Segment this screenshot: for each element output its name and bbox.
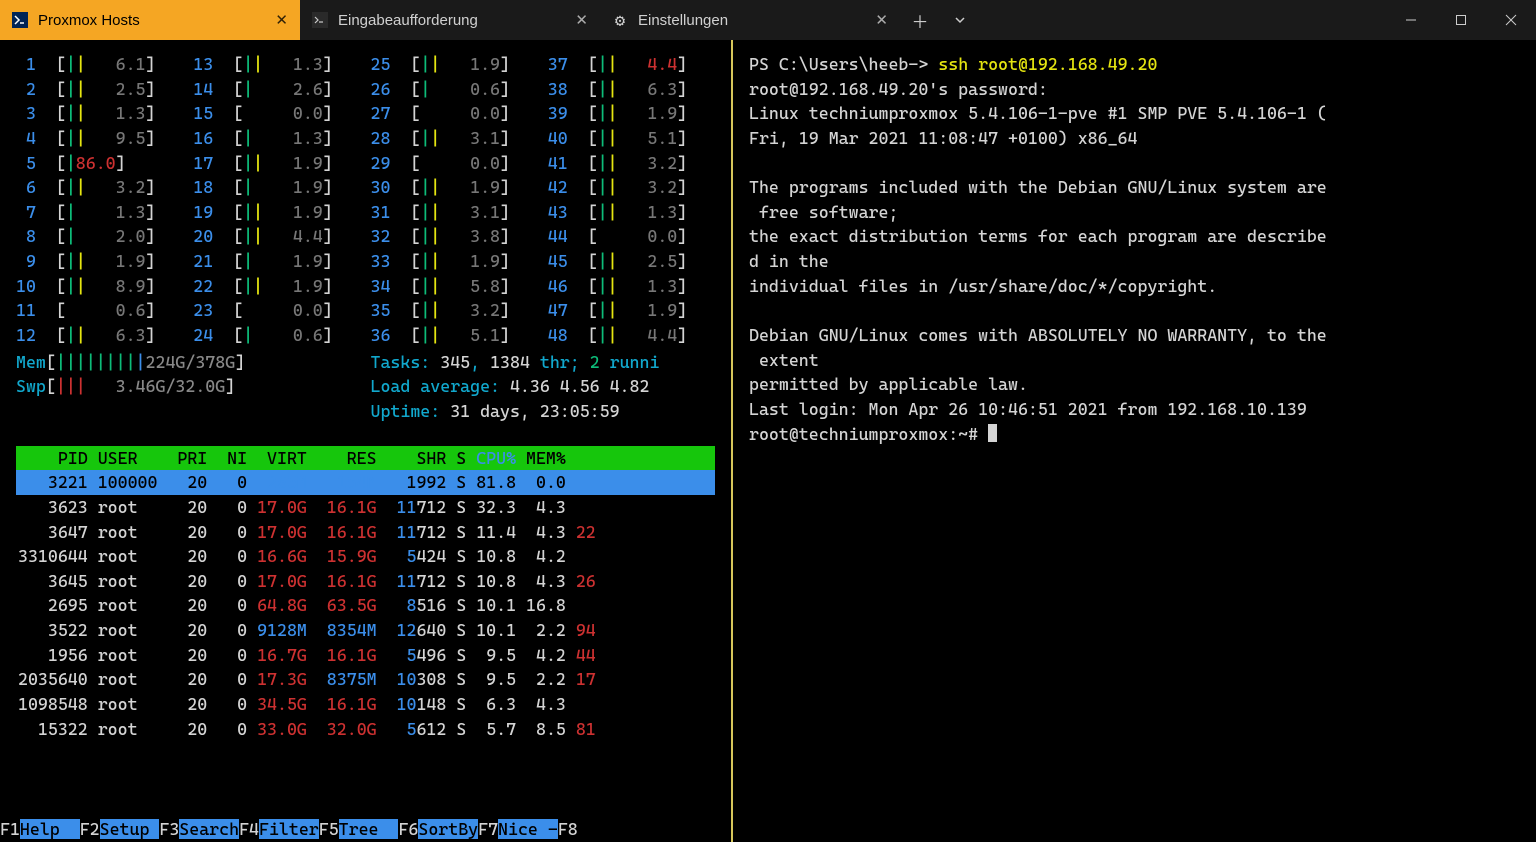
cpu-meter-33: 33 [|| 1.9] — [371, 249, 538, 274]
window-controls — [1386, 0, 1536, 40]
close-icon[interactable]: ✕ — [875, 11, 888, 29]
cpu-meter-37: 37 [|| 4.4] — [548, 52, 715, 77]
cpu-meter-15: 15 [ 0.0] — [193, 101, 360, 126]
tab-label: Einstellungen — [638, 12, 865, 29]
tab-label: Eingabeaufforderung — [338, 12, 565, 29]
cpu-meter-28: 28 [|| 3.1] — [371, 126, 538, 151]
cpu-meter-8: 8 [| 2.0] — [16, 224, 183, 249]
tab-settings[interactable]: ⚙ Einstellungen ✕ — [600, 0, 900, 40]
pane-ssh[interactable]: PS C:\Users\heeb-> ssh root@192.168.49.2… — [733, 40, 1536, 842]
cpu-meter-26: 26 [| 0.6] — [371, 77, 538, 102]
cpu-meter-14: 14 [| 2.6] — [193, 77, 360, 102]
tab-cmd[interactable]: Eingabeaufforderung ✕ — [300, 0, 600, 40]
cpu-meter-41: 41 [|| 3.2] — [548, 151, 715, 176]
process-row[interactable]: 1956 root 20 0 16.7G 16.1G 5496 S 9.5 4.… — [16, 643, 715, 668]
process-row[interactable]: 3623 root 20 0 17.0G 16.1G 11712 S 32.3 … — [16, 495, 715, 520]
cpu-meter-30: 30 [|| 1.9] — [371, 175, 538, 200]
cpu-meter-29: 29 [ 0.0] — [371, 151, 538, 176]
cpu-meter-35: 35 [|| 3.2] — [371, 298, 538, 323]
titlebar: Proxmox Hosts ✕ Eingabeaufforderung ✕ ⚙ … — [0, 0, 1536, 40]
new-tab-button[interactable]: ＋ — [900, 0, 940, 40]
cpu-meter-44: 44 [ 0.0] — [548, 224, 715, 249]
cpu-meter-20: 20 [|| 4.4] — [193, 224, 360, 249]
process-row[interactable]: 3310644 root 20 0 16.6G 15.9G 5424 S 10.… — [16, 544, 715, 569]
cpu-meter-16: 16 [| 1.3] — [193, 126, 360, 151]
tab-dropdown-button[interactable] — [940, 0, 980, 40]
cpu-meter-3: 3 [|| 1.3] — [16, 101, 183, 126]
gear-icon: ⚙ — [612, 12, 628, 28]
cpu-meter-22: 22 [|| 1.9] — [193, 274, 360, 299]
mem-swp-info: Mem[|||||||||224G/378G]Tasks: 345, 1384 … — [16, 350, 715, 424]
cpu-meter-46: 46 [|| 1.3] — [548, 274, 715, 299]
cpu-meter-38: 38 [|| 6.3] — [548, 77, 715, 102]
cpu-meter-27: 27 [ 0.0] — [371, 101, 538, 126]
cpu-meter-23: 23 [ 0.0] — [193, 298, 360, 323]
process-row[interactable]: 3221 100000 20 0 265M 154M 1992 S 81.8 0… — [16, 470, 715, 495]
maximize-button[interactable] — [1436, 0, 1486, 40]
cpu-meter-4: 4 [|| 9.5] — [16, 126, 183, 151]
cpu-meter-21: 21 [| 1.9] — [193, 249, 360, 274]
close-window-button[interactable] — [1486, 0, 1536, 40]
cpu-meter-32: 32 [|| 3.8] — [371, 224, 538, 249]
cpu-meter-43: 43 [|| 1.3] — [548, 200, 715, 225]
minimize-button[interactable] — [1386, 0, 1436, 40]
cpu-meter-13: 13 [|| 1.3] — [193, 52, 360, 77]
cpu-meter-5: 5 [|86.0] — [16, 151, 183, 176]
fkeys-bar[interactable]: F1Help F2Setup F3SearchF4FilterF5Tree F6… — [0, 817, 731, 842]
cpu-meter-25: 25 [|| 1.9] — [371, 52, 538, 77]
cpu-meter-47: 47 [|| 1.9] — [548, 298, 715, 323]
process-table-header: PID USER PRI NI VIRT RES SHR S CPU% MEM% — [16, 446, 715, 471]
cpu-meter-9: 9 [|| 1.9] — [16, 249, 183, 274]
process-row[interactable]: 3647 root 20 0 17.0G 16.1G 11712 S 11.4 … — [16, 520, 715, 545]
cpu-meter-24: 24 [| 0.6] — [193, 323, 360, 348]
close-icon[interactable]: ✕ — [575, 11, 588, 29]
cpu-meter-18: 18 [| 1.9] — [193, 175, 360, 200]
cpu-meter-11: 11 [ 0.6] — [16, 298, 183, 323]
tab-proxmox-hosts[interactable]: Proxmox Hosts ✕ — [0, 0, 300, 40]
process-row[interactable]: 1098548 root 20 0 34.5G 16.1G 10148 S 6.… — [16, 692, 715, 717]
cpu-meter-1: 1 [|| 6.1] — [16, 52, 183, 77]
cpu-meter-40: 40 [|| 5.1] — [548, 126, 715, 151]
cpu-meter-12: 12 [|| 6.3] — [16, 323, 183, 348]
process-row[interactable]: 3522 root 20 0 9128M 8354M 12640 S 10.1 … — [16, 618, 715, 643]
process-row[interactable]: 15322 root 20 0 33.0G 32.0G 5612 S 5.7 8… — [16, 717, 715, 742]
cpu-meter-39: 39 [|| 1.9] — [548, 101, 715, 126]
process-row[interactable]: 2035640 root 20 0 17.3G 8375M 10308 S 9.… — [16, 667, 715, 692]
cpu-meters: 1 [|| 6.1] 13 [|| 1.3] 25 [|| 1.9] 37 [|| 4… — [16, 52, 715, 348]
cpu-meter-34: 34 [|| 5.8] — [371, 274, 538, 299]
cpu-meter-31: 31 [|| 3.1] — [371, 200, 538, 225]
cpu-meter-2: 2 [|| 2.5] — [16, 77, 183, 102]
cmd-icon — [312, 12, 328, 28]
cpu-meter-17: 17 [|| 1.9] — [193, 151, 360, 176]
cpu-meter-36: 36 [|| 5.1] — [371, 323, 538, 348]
process-table: PID USER PRI NI VIRT RES SHR S CPU% MEM%… — [16, 446, 715, 742]
cpu-meter-19: 19 [|| 1.9] — [193, 200, 360, 225]
cpu-meter-42: 42 [|| 3.2] — [548, 175, 715, 200]
cpu-meter-45: 45 [|| 2.5] — [548, 249, 715, 274]
process-row[interactable]: 2695 root 20 0 64.8G 63.5G 8516 S 10.1 1… — [16, 593, 715, 618]
cpu-meter-7: 7 [| 1.3] — [16, 200, 183, 225]
tabs-container: Proxmox Hosts ✕ Eingabeaufforderung ✕ ⚙ … — [0, 0, 1386, 40]
cpu-meter-10: 10 [|| 8.9] — [16, 274, 183, 299]
process-row[interactable]: 3645 root 20 0 17.0G 16.1G 11712 S 10.8 … — [16, 569, 715, 594]
powershell-icon — [12, 12, 28, 28]
pane-htop[interactable]: 1 [|| 6.1] 13 [|| 1.3] 25 [|| 1.9] 37 [|| 4… — [0, 40, 733, 842]
close-icon[interactable]: ✕ — [275, 11, 288, 29]
tab-label: Proxmox Hosts — [38, 12, 265, 29]
cpu-meter-48: 48 [|| 4.4] — [548, 323, 715, 348]
cpu-meter-6: 6 [|| 3.2] — [16, 175, 183, 200]
